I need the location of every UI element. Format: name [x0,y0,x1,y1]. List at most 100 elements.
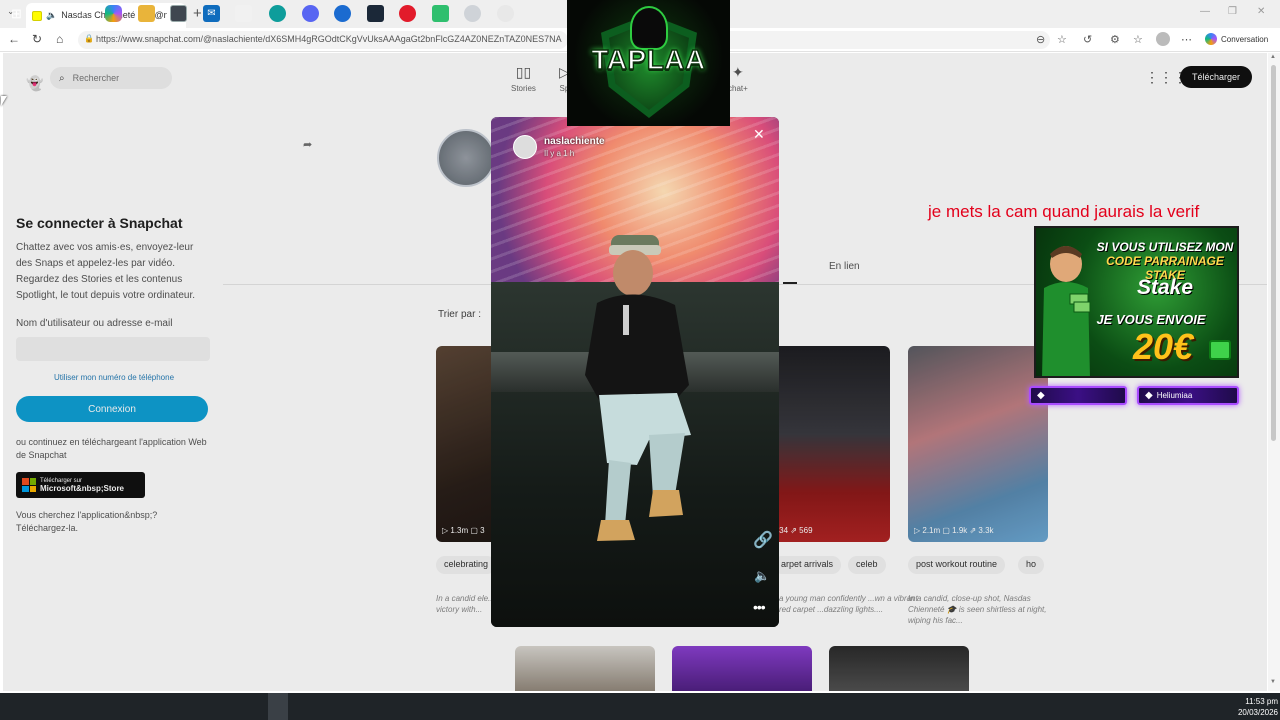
diamond-icon: ◆ [1145,390,1153,401]
gift-icon [1209,340,1231,360]
search-input[interactable]: ⌕ Rechercher [50,67,172,89]
clock-date: 20/03/2026 [1237,708,1278,717]
sort-label: Trier par : [438,309,481,320]
profile-avatar-icon[interactable] [1156,32,1170,46]
menu-more-icon[interactable]: ⋯ [1181,33,1192,46]
tab-related[interactable]: En lien [829,261,860,272]
story-user-avatar[interactable] [513,135,537,159]
app-icon[interactable] [464,5,481,22]
notepad-icon[interactable] [235,5,252,22]
copilot-icon [1205,33,1217,45]
edge-browser-icon[interactable] [269,5,286,22]
new-tab-button[interactable]: + [193,5,202,22]
taplaa-logo-overlay: TAPLAA [567,0,730,126]
minimize-icon[interactable]: — [1200,6,1210,17]
url-field[interactable]: 🔒 https://www.snapchat.com/@naslachiente… [78,31,568,49]
close-icon[interactable]: ✕ [753,126,765,143]
system-clock[interactable]: 11:53 pm 20/03/2026 [1228,696,1278,718]
username-field[interactable] [16,337,210,361]
mouse-cursor-icon [1,96,7,106]
use-phone-link[interactable]: Utiliser mon numéro de téléphone [16,373,212,382]
link-icon[interactable]: 🔗 [753,530,773,550]
login-button[interactable]: Connexion [16,396,208,422]
store-icon[interactable] [170,5,187,22]
sub-right-name: Heliumiaa [1156,391,1193,400]
copilot-icon[interactable] [105,5,122,22]
search-icon[interactable]: ⌕ [40,5,57,22]
opera-gx-icon[interactable] [399,5,416,22]
stake-line-3: JE VOUS ENVOIE [1096,312,1206,327]
card-tag-chip[interactable]: ho [1018,556,1045,574]
app-icon[interactable] [334,5,351,22]
card-tag-chip[interactable]: post workout routine [908,556,1006,574]
nav-snapchat-plus-label: chat+ [728,84,748,93]
nav-snapchat-plus[interactable]: ✦ chat+ [728,64,748,93]
more-options-icon[interactable]: ••• [753,599,766,615]
page-scrollbar[interactable]: ▲ ▼ [1268,53,1280,691]
steam-icon[interactable] [367,5,384,22]
web-app-text: ou continuez en téléchargeant l'applicat… [16,437,207,460]
favorite-star-icon[interactable]: ☆ [1057,33,1067,46]
windows-start-icon[interactable]: ⊞ [8,5,25,22]
download-button[interactable]: Télécharger [1180,66,1252,88]
stream-cam-message: je mets la cam quand jaurais la verif [928,202,1200,221]
stake-line-1: SI VOUS UTILISEZ MON [1096,240,1234,254]
spotlight-card[interactable]: ▷ 2.1m ▢ 1.9k ⇗ 3.3k [908,346,1048,542]
story-username[interactable]: naslachiente [544,136,605,147]
stake-referral-banner: SI VOUS UTILISEZ MON CODE PARRAINAGE STA… [1034,226,1239,378]
login-panel: Se connecter à Snapchat Chattez avec vos… [16,215,212,535]
card-stats: ▷ 2.1m ▢ 1.9k ⇗ 3.3k [914,526,994,535]
taplaa-logo-text: TAPLAA [591,43,706,76]
task-view-icon[interactable]: ❐ [72,5,89,22]
search-placeholder: Rechercher [72,73,120,83]
username-label: Nom d'utilisateur ou adresse e-mail [16,318,173,329]
microsoft-logo-icon [22,478,36,492]
refresh-icon[interactable]: ↻ [32,32,42,46]
mail-icon[interactable]: ✉ [203,5,220,22]
copilot-button[interactable]: Conversation [1205,33,1268,45]
card-tag-chip[interactable]: arpet arrivals [773,556,842,574]
share-icon[interactable]: ➦ [303,138,312,151]
stake-brand-text: Stake [1136,276,1194,299]
card-stats: ▷ 1.3m ▢ 3 [442,526,485,535]
story-viewer[interactable]: naslachiente Il y a 1 h ✕ 🔗 🔈 ••• [491,117,779,627]
card-tag-chip[interactable]: celebrating [436,556,497,574]
nav-stories[interactable]: ▯▯ Stories [511,64,536,93]
spotlight-thumbnail[interactable] [672,646,812,691]
reader-mode-icon[interactable]: ⊖ [1036,33,1045,46]
lock-icon: 🔒 [84,34,94,43]
scroll-up-icon[interactable]: ▲ [1270,54,1276,60]
snapchat-plus-icon: ✦ [732,64,744,80]
discord-icon[interactable] [302,5,319,22]
profile-avatar[interactable] [437,129,495,187]
cartoon-streamer-image [1042,246,1091,376]
active-app-highlight [268,693,288,720]
refresh-extension-icon[interactable]: ↺ [1083,33,1092,46]
app-icon[interactable] [432,5,449,22]
window-close-icon[interactable]: ✕ [1257,6,1265,17]
top-sub-alert: ◆ Heliumiaa [1137,386,1239,405]
spotlight-thumbnail[interactable] [829,646,969,691]
scrollbar-thumb[interactable] [1271,65,1276,441]
scroll-down-icon[interactable]: ▼ [1270,679,1276,685]
obs-icon[interactable] [497,5,514,22]
spotlight-thumbnail[interactable] [515,646,655,691]
card-tag-chip[interactable]: celeb [848,556,886,574]
login-title: Se connecter à Snapchat [16,215,183,231]
home-icon[interactable]: ⌂ [56,32,63,46]
file-explorer-icon[interactable] [138,5,155,22]
url-field-end[interactable] [730,31,1050,49]
url-text: https://www.snapchat.com/@naslachiente/d… [96,34,562,44]
stories-icon: ▯▯ [515,64,532,80]
snapchat-ghost-icon[interactable]: 👻 [26,75,43,92]
back-arrow-icon[interactable]: ← [8,32,20,46]
get-app-text[interactable]: Vous cherchez l'application&nbsp;? Téléc… [16,509,212,535]
diamond-icon: ◆ [1037,390,1045,401]
speaker-icon[interactable]: 🔈 [754,568,770,584]
extensions-icon[interactable]: ⚙ [1110,33,1120,46]
store-name-text: Microsoft&nbsp;Store [40,483,124,493]
microsoft-store-badge[interactable]: Télécharger sur Microsoft&nbsp;Store [16,472,145,498]
maximize-icon[interactable]: ❐ [1228,6,1237,17]
card-caption: In a candid, close-up shot, Nasdas Chien… [908,594,1047,625]
favorites-icon[interactable]: ☆ [1133,33,1143,46]
